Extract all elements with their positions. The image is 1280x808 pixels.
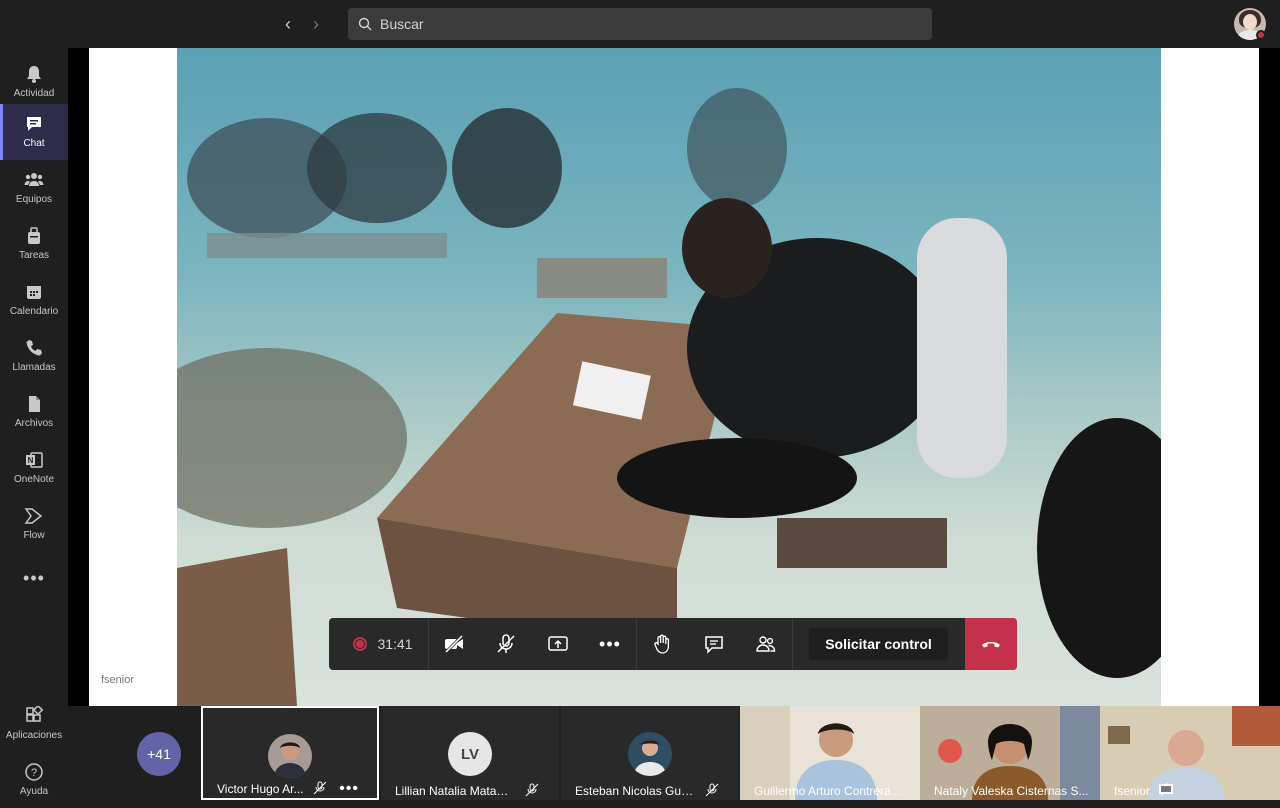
call-controls: 31:41 ••• Solicitar control	[329, 618, 1017, 670]
onenote-icon: N	[26, 452, 43, 468]
mic-off-icon	[705, 783, 719, 797]
rail-item-tareas[interactable]: Tareas	[0, 216, 68, 272]
participant-name: Esteban Nicolas Guz...	[575, 784, 695, 798]
forward-arrow-icon[interactable]: ›	[306, 14, 326, 34]
svg-text:N: N	[28, 456, 34, 465]
share-screen-button[interactable]	[533, 618, 583, 670]
recording-indicator: 31:41	[339, 618, 427, 670]
back-arrow-icon[interactable]: ‹	[278, 14, 298, 34]
shared-photo	[177, 48, 1161, 706]
participant-name: Lillian Natalia Matam...	[395, 784, 515, 798]
mic-off-icon	[313, 781, 327, 795]
participant-name: fsenior	[1114, 784, 1151, 798]
hand-icon	[654, 634, 670, 654]
participant-video-tile[interactable]: Nataly Valeska Cisternas S...	[920, 706, 1100, 800]
rail-item-llamadas[interactable]: Llamadas	[0, 328, 68, 384]
presenter-label: fsenior	[101, 674, 135, 686]
avatar	[268, 734, 312, 778]
rail-item-flow[interactable]: Flow	[0, 496, 68, 552]
camera-off-button[interactable]	[429, 618, 479, 670]
call-timer: 31:41	[377, 636, 413, 652]
participant-video-tile[interactable]: Guillermo Arturo Contrera...	[740, 706, 920, 800]
hang-up-button[interactable]	[965, 618, 1017, 670]
participant-more-icon[interactable]: •••	[339, 780, 359, 798]
chat-icon	[27, 117, 41, 131]
flow-icon	[24, 508, 43, 524]
rail-item-aplicaciones[interactable]: Aplicaciones	[0, 696, 68, 752]
search-placeholder: Buscar	[380, 16, 424, 32]
rail-item-calendario[interactable]: Calendario	[0, 272, 68, 328]
raise-hand-button[interactable]	[637, 618, 687, 670]
search-icon	[358, 17, 372, 31]
briefcase-icon	[28, 227, 40, 244]
more-icon: •••	[599, 633, 621, 654]
mic-off-button[interactable]	[481, 618, 531, 670]
phone-icon	[26, 340, 42, 356]
mic-off-icon	[497, 634, 515, 653]
more-icon: •••	[23, 568, 45, 588]
participants-icon	[756, 636, 776, 652]
rail-item-archivos[interactable]: Archivos	[0, 384, 68, 440]
app-rail: Actividad Chat Equipos Tareas Calendario…	[0, 48, 68, 800]
underwater-classroom-image	[177, 88, 1161, 706]
screen-sharing-icon	[1159, 784, 1173, 794]
participant-name: Victor Hugo Ar...	[217, 782, 304, 796]
hang-up-icon	[982, 642, 1000, 648]
show-chat-button[interactable]	[689, 618, 739, 670]
participant-name: Nataly Valeska Cisternas S...	[934, 784, 1089, 798]
share-icon	[548, 636, 568, 651]
bell-icon	[27, 66, 41, 83]
calendar-icon	[27, 286, 41, 299]
record-icon	[353, 637, 368, 651]
apps-icon	[26, 706, 44, 722]
avatar	[628, 732, 672, 776]
camera-off-icon	[444, 634, 464, 654]
help-icon: ?	[25, 763, 43, 781]
show-participants-button[interactable]	[741, 618, 791, 670]
rail-item-equipos[interactable]: Equipos	[0, 160, 68, 216]
more-actions-button[interactable]: •••	[585, 618, 635, 670]
participant-tile[interactable]: Victor Hugo Ar... •••	[201, 706, 379, 800]
rail-item-onenote[interactable]: N OneNote	[0, 440, 68, 496]
teams-icon	[24, 173, 44, 186]
more-participants-button[interactable]: +41	[137, 732, 181, 776]
svg-text:?: ?	[31, 767, 37, 779]
presence-status-icon	[1256, 30, 1266, 40]
participant-tile[interactable]: LV Lillian Natalia Matam...	[381, 706, 559, 800]
request-control-button[interactable]: Solicitar control	[809, 628, 948, 660]
avatar: LV	[448, 732, 492, 776]
participant-name: Guillermo Arturo Contrera...	[754, 784, 901, 798]
rail-item-chat[interactable]: Chat	[0, 104, 68, 160]
mic-off-icon	[525, 783, 539, 797]
participant-video-tile[interactable]: fsenior	[1100, 706, 1280, 800]
chat-icon	[705, 636, 723, 654]
file-icon	[29, 396, 40, 412]
participant-tile[interactable]: Esteban Nicolas Guz...	[561, 706, 739, 800]
search-input[interactable]: Buscar	[348, 8, 932, 40]
rail-more-button[interactable]: •••	[0, 558, 68, 598]
rail-item-actividad[interactable]: Actividad	[0, 54, 68, 110]
top-bar: ‹ › Buscar	[0, 0, 1280, 48]
